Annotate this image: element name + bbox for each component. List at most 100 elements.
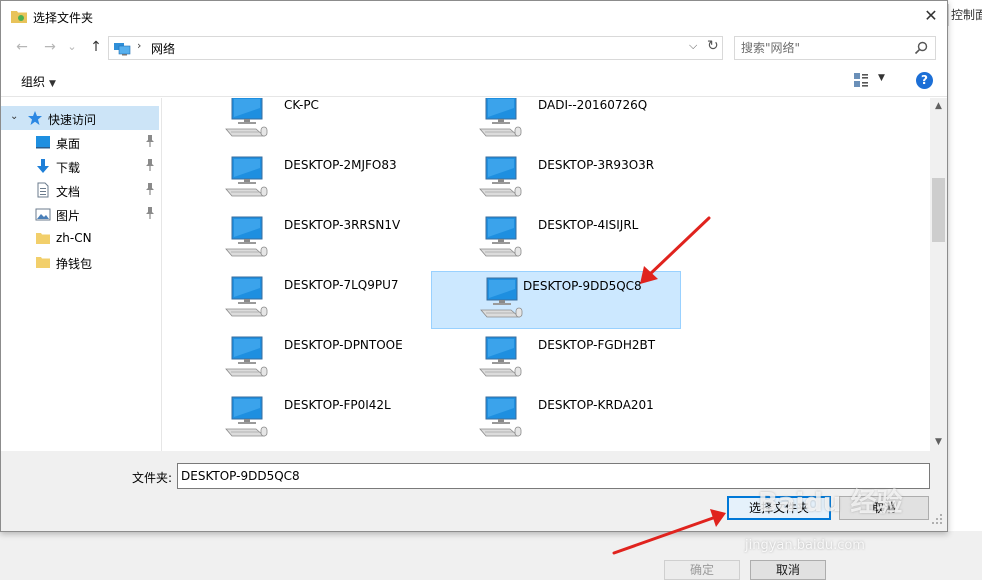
folder-icon [36,257,50,268]
desktop-icon [36,136,50,149]
network-computer-item[interactable]: DESKTOP-FGDH2BT [432,332,680,388]
chevron-down-icon[interactable]: ⌵ [689,39,697,53]
computer-icon [480,277,523,318]
sidebar-item-label[interactable]: 桌面 [56,135,80,152]
folder-icon [11,11,27,23]
computer-name[interactable]: DESKTOP-3RRSN1V [284,218,400,232]
computer-icon [479,396,522,437]
computer-name[interactable]: DESKTOP-4ISIJRL [538,218,638,232]
sidebar-item-label[interactable]: 挣钱包 [56,255,92,272]
search-icon[interactable] [913,40,929,56]
file-list: CK-PC DADI--20160726Q DESKTOP-2MJFO83 DE… [162,98,930,451]
close-button[interactable]: ✕ [916,3,946,29]
computer-icon [479,98,522,137]
folder-icon [36,233,50,244]
computer-name[interactable]: CK-PC [284,98,319,112]
network-computer-item[interactable]: DESKTOP-KRDA201 [432,392,680,448]
organize-label[interactable]: 组织 [21,75,45,89]
network-computer-item[interactable]: DADI--20160726Q [432,98,680,148]
sidebar-item-label[interactable]: 文档 [56,183,80,200]
computer-name[interactable]: DESKTOP-7LQ9PU7 [284,278,399,292]
watermark-url: jingyan.baidu.com [745,538,865,553]
search-input[interactable] [741,39,906,56]
network-computer-item-selected[interactable]: DESKTOP-9DD5QC8 [431,271,681,329]
background-window [947,0,982,578]
baidu-watermark: Baidu 经验 [758,488,903,518]
vertical-scrollbar[interactable]: ▲ ▼ [930,98,947,451]
network-computer-item[interactable]: DESKTOP-7LQ9PU7 [178,272,426,328]
computer-icon [225,396,268,437]
scrollbar-thumb[interactable] [932,178,945,242]
resize-grip-icon[interactable] [930,512,944,526]
network-computer-item[interactable]: DESKTOP-FP0I42L [178,392,426,448]
background-ok-button: 确定 [664,560,740,580]
search-box[interactable] [734,36,936,60]
navigation-pane: ⌄ 快速访问 桌面 下载 文档 图片 zh-CN 挣钱包 [1,98,162,451]
picture-icon [35,208,51,221]
computer-name[interactable]: DESKTOP-3R93O3R [538,158,654,172]
sidebar-item-label[interactable]: 快速访问 [48,111,96,128]
pin-icon[interactable] [144,182,156,196]
network-computer-item[interactable]: DESKTOP-DPNTOOE [178,332,426,388]
expand-icon[interactable]: ⌄ [10,111,18,122]
sidebar-item-zh-cn[interactable]: zh-CN [1,226,159,250]
computer-icon [479,156,522,197]
address-bar[interactable]: › 网络 ⌵ ↻ [108,36,723,60]
download-icon [37,159,49,173]
computer-name[interactable]: DESKTOP-9DD5QC8 [523,279,642,293]
network-computer-item[interactable]: DESKTOP-3RRSN1V [178,212,426,268]
document-icon [37,182,49,198]
caret-down-icon[interactable]: ▼ [49,79,56,89]
sidebar-item-quick-access[interactable]: ⌄ 快速访问 [1,106,159,130]
view-options-icon[interactable] [853,72,869,88]
control-panel-tab[interactable]: 控制面板 [948,4,982,26]
computer-icon [225,98,268,137]
pin-icon[interactable] [144,134,156,148]
background-cancel-button[interactable]: 取消 [750,560,826,580]
select-folder-dialog: 选择文件夹 ✕ ← → ⌄ ↑ › 网络 ⌵ ↻ 组织 ▼ [0,0,948,532]
back-button[interactable]: ← [13,38,31,56]
organize-menu[interactable]: 组织 ▼ [21,73,56,90]
title-bar: 选择文件夹 ✕ [1,1,947,32]
navigation-bar: ← → ⌄ ↑ › 网络 ⌵ ↻ [1,32,947,62]
network-computer-item[interactable]: DESKTOP-3R93O3R [432,152,680,208]
sidebar-item-label[interactable]: 下载 [56,159,80,176]
network-computer-item[interactable]: CK-PC [178,98,426,148]
computer-name[interactable]: DADI--20160726Q [538,98,647,112]
up-button[interactable]: ↑ [87,38,105,56]
help-icon[interactable]: ? [916,72,933,89]
sidebar-item-desktop[interactable]: 桌面 [1,130,159,154]
sidebar-item-pictures[interactable]: 图片 [1,202,159,226]
sidebar-item-downloads[interactable]: 下载 [1,154,159,178]
pin-icon[interactable] [144,206,156,220]
address-text[interactable]: 网络 [151,40,175,57]
computer-name[interactable]: DESKTOP-KRDA201 [538,398,654,412]
scroll-up-button[interactable]: ▲ [930,98,947,115]
refresh-icon[interactable]: ↻ [707,38,719,54]
sidebar-item-wallet[interactable]: 挣钱包 [1,250,159,274]
computer-icon [479,216,522,257]
computer-name[interactable]: DESKTOP-FGDH2BT [538,338,655,352]
computer-name[interactable]: DESKTOP-DPNTOOE [284,338,403,352]
computer-name[interactable]: DESKTOP-2MJFO83 [284,158,397,172]
network-computer-item[interactable]: DESKTOP-2MJFO83 [178,152,426,208]
scroll-down-button[interactable]: ▼ [930,434,947,451]
star-icon [28,111,42,125]
recent-locations-button[interactable]: ⌄ [63,38,81,56]
address-separator[interactable]: › [137,39,141,52]
computer-icon [225,216,268,257]
network-computer-item[interactable]: DESKTOP-4ISIJRL [432,212,680,268]
pin-icon[interactable] [144,158,156,172]
sidebar-item-documents[interactable]: 文档 [1,178,159,202]
computer-name[interactable]: DESKTOP-FP0I42L [284,398,391,412]
forward-button[interactable]: → [41,38,59,56]
computer-icon [225,276,268,317]
dialog-title: 选择文件夹 [33,11,94,25]
sidebar-item-label[interactable]: 图片 [56,207,80,224]
computer-icon [479,336,522,377]
network-icon [114,43,131,56]
sidebar-item-label[interactable]: zh-CN [56,231,92,245]
computer-icon [225,336,268,377]
view-dropdown-icon[interactable]: ▼ [878,73,885,83]
folder-label: 文件夹: [132,471,173,485]
